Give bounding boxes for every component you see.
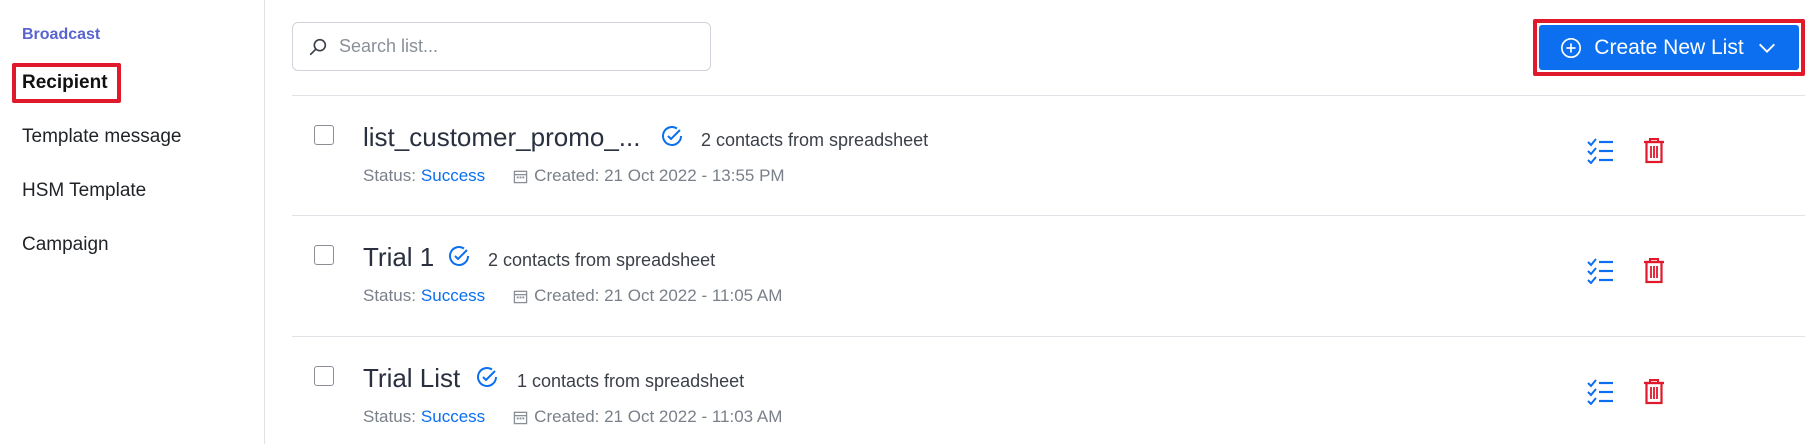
search-icon <box>309 38 327 55</box>
created-date: Created: 21 Oct 2022 - 13:55 PM <box>534 166 785 185</box>
row-meta: Status: Success Created: 21 Oct 2022 - 1… <box>363 166 785 186</box>
trash-icon[interactable] <box>1640 256 1668 284</box>
search-input[interactable] <box>339 36 699 57</box>
row-meta: Status: Success Created: 21 Oct 2022 - 1… <box>363 286 782 306</box>
sidebar-item-recipient[interactable]: Recipient <box>22 72 108 94</box>
check-circle-icon <box>449 246 469 266</box>
checklist-icon[interactable] <box>1586 136 1614 164</box>
check-circle-icon <box>662 126 682 146</box>
chevron-down-icon <box>1758 43 1775 53</box>
status-value: Success <box>420 407 486 426</box>
created-date: Created: 21 Oct 2022 - 11:05 AM <box>534 286 783 305</box>
list-item: Trial List 1 contacts from spreadsheet S… <box>292 337 1805 444</box>
create-button-label: Create New List <box>1594 35 1744 59</box>
contacts-count: 1 contacts from spreadsheet <box>517 371 745 391</box>
create-new-list-button[interactable]: Create New List <box>1539 25 1799 70</box>
checklist-icon[interactable] <box>1586 377 1614 405</box>
create-button-highlight: Create New List <box>1533 19 1805 76</box>
trash-icon[interactable] <box>1640 377 1668 405</box>
list-item: Trial 1 2 contacts from spreadsheet Stat… <box>292 216 1805 336</box>
search-box[interactable] <box>292 22 711 71</box>
list-title[interactable]: list_customer_promo_... <box>363 122 640 153</box>
status-label: Status: <box>363 286 416 305</box>
calendar-icon <box>513 170 528 183</box>
sidebar-item-template-message[interactable]: Template message <box>22 126 181 148</box>
sidebar-item-hsm-template[interactable]: HSM Template <box>22 180 146 202</box>
sidebar-item-campaign[interactable]: Campaign <box>22 234 109 256</box>
sidebar-heading: Broadcast <box>22 26 101 43</box>
trash-icon[interactable] <box>1640 136 1668 164</box>
contacts-count: 2 contacts from spreadsheet <box>488 250 716 270</box>
status-label: Status: <box>363 407 416 426</box>
sidebar: Broadcast Recipient Template message HSM… <box>0 0 265 444</box>
check-circle-icon <box>477 367 497 387</box>
row-checkbox[interactable] <box>314 366 334 386</box>
plus-circle-icon <box>1561 37 1582 58</box>
checklist-icon[interactable] <box>1586 256 1614 284</box>
list-title[interactable]: Trial List <box>363 363 460 394</box>
calendar-icon <box>513 411 528 424</box>
status-label: Status: <box>363 166 416 185</box>
calendar-icon <box>513 290 528 303</box>
row-checkbox[interactable] <box>314 245 334 265</box>
status-value: Success <box>420 166 486 185</box>
contacts-count: 2 contacts from spreadsheet <box>701 130 929 150</box>
list-title[interactable]: Trial 1 <box>363 242 434 273</box>
created-date: Created: 21 Oct 2022 - 11:03 AM <box>534 407 783 426</box>
row-checkbox[interactable] <box>314 125 334 145</box>
status-value: Success <box>420 286 486 305</box>
list-item: list_customer_promo_... 2 contacts from … <box>292 96 1805 216</box>
app-root: Broadcast Recipient Template message HSM… <box>0 0 1819 444</box>
row-meta: Status: Success Created: 21 Oct 2022 - 1… <box>363 407 782 427</box>
